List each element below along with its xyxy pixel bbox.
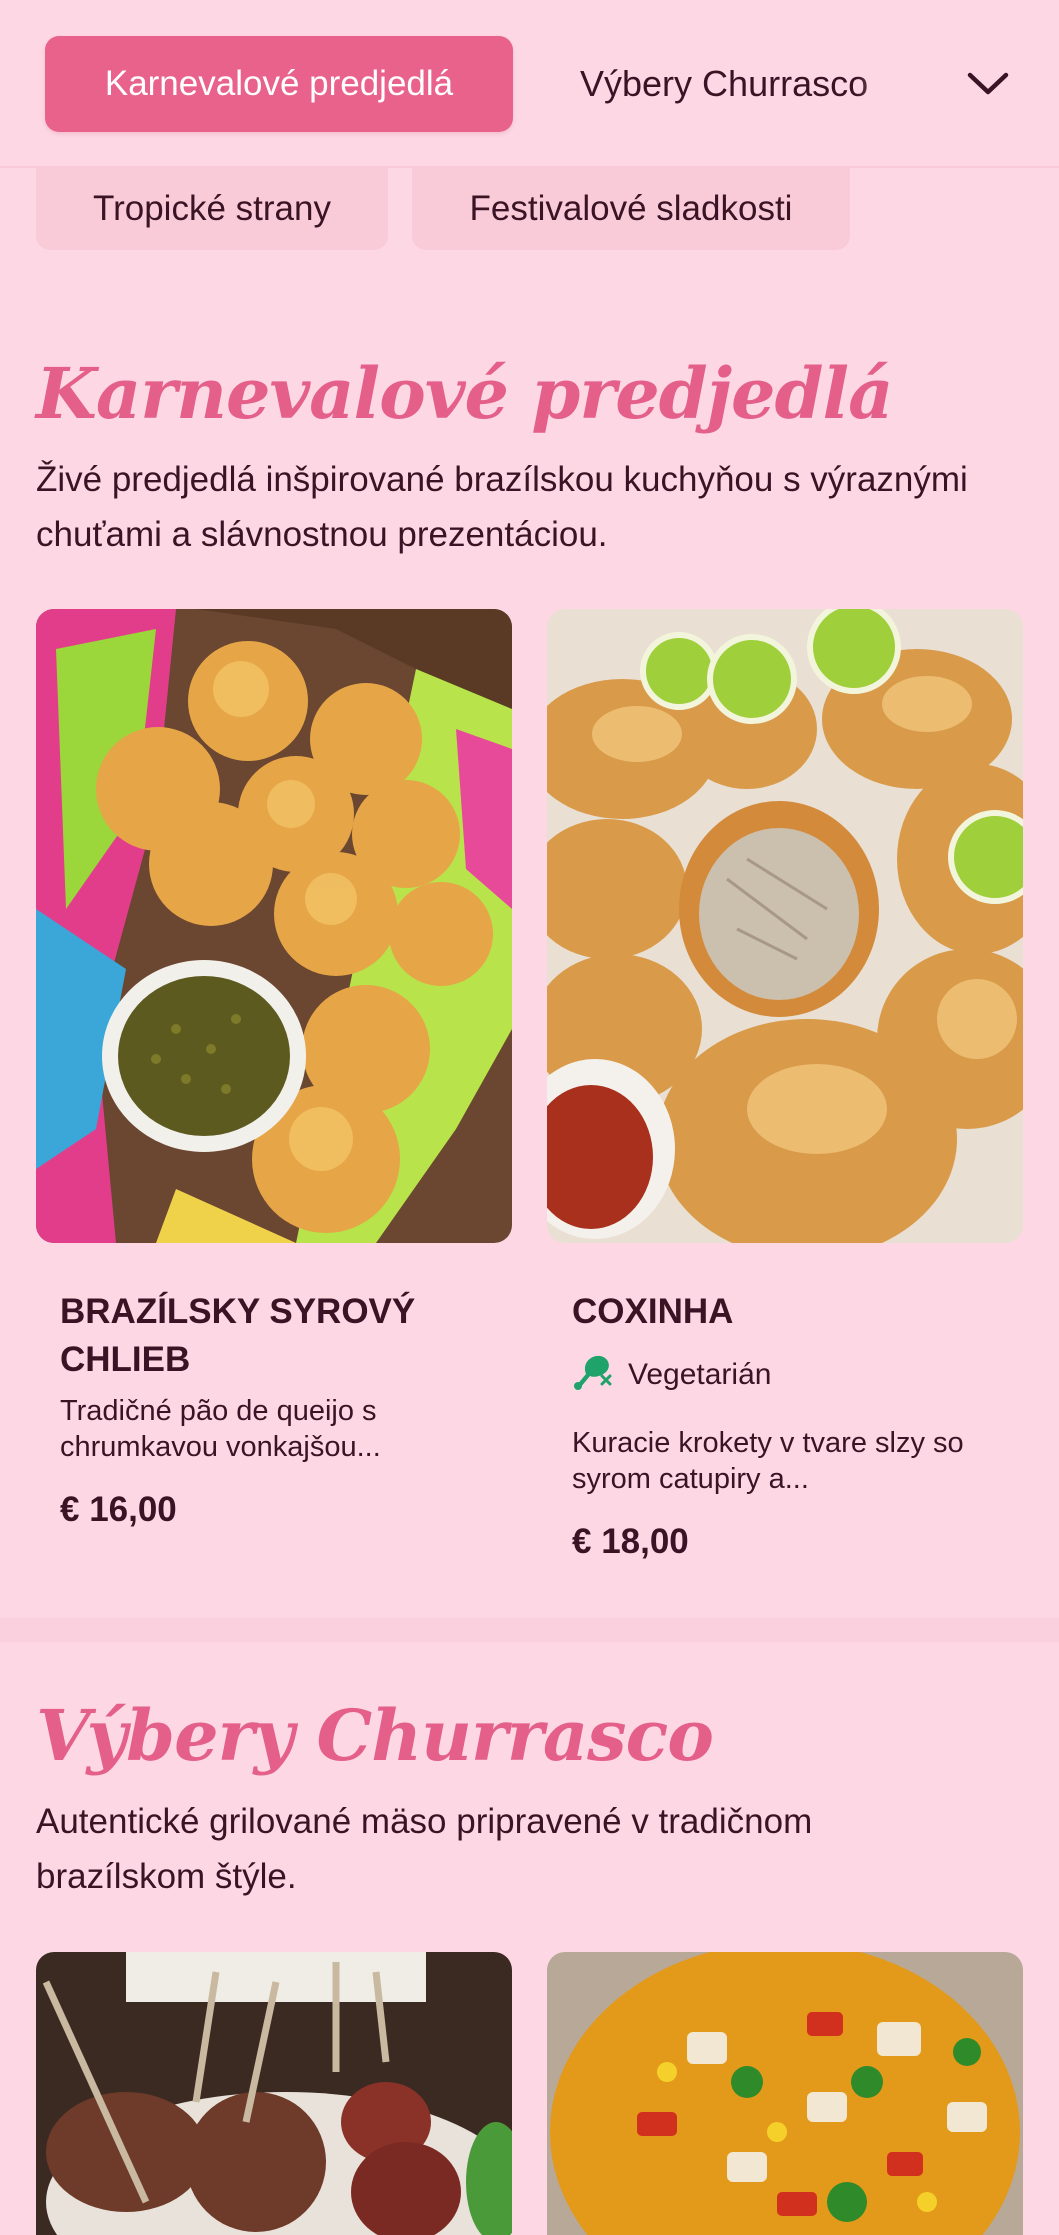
dietary-tag: Vegetarián bbox=[572, 1352, 771, 1398]
menu-item-price: € 16,00 bbox=[60, 1490, 177, 1529]
tab-karnevalove-predjedla[interactable]: Karnevalové predjedlá bbox=[45, 36, 513, 132]
menu-item-name[interactable]: COXINHA bbox=[572, 1288, 992, 1336]
chevron-down-icon[interactable] bbox=[958, 58, 1018, 110]
menu-item-price: € 18,00 bbox=[572, 1522, 689, 1561]
section-divider bbox=[0, 1618, 1059, 1642]
tab-festivalove-sladkosti[interactable]: Festivalové sladkosti bbox=[412, 168, 850, 250]
dietary-tag-label: Vegetarián bbox=[628, 1358, 772, 1391]
section-title: Výbery Churrasco bbox=[36, 1694, 714, 1777]
tab-tropicke-strany[interactable]: Tropické strany bbox=[36, 168, 388, 250]
menu-item-image[interactable] bbox=[36, 1952, 512, 2235]
tab-vybery-churrasco[interactable]: Výbery Churrasco bbox=[560, 36, 930, 132]
section-description: Živé predjedlá inšpirované brazílskou ku… bbox=[36, 460, 968, 554]
menu-item-image[interactable] bbox=[36, 609, 512, 1243]
menu-item-description: Tradičné pão de queijo s chrumkavou vonk… bbox=[60, 1395, 381, 1463]
menu-item-image[interactable] bbox=[547, 1952, 1023, 2235]
menu-item-image[interactable] bbox=[547, 609, 1023, 1243]
category-nav: Karnevalové predjedlá Výbery Churrasco bbox=[0, 0, 1059, 168]
section-description: Autentické grilované mäso pripravené v t… bbox=[36, 1802, 813, 1896]
menu-item-name[interactable]: BRAZÍLSKY SYROVÝ CHLIEB bbox=[60, 1288, 480, 1384]
vegetarian-drumstick-icon bbox=[572, 1352, 614, 1398]
section-title: Karnevalové predjedlá bbox=[36, 352, 893, 435]
menu-item-description: Kuracie krokety v tvare slzy so syrom ca… bbox=[572, 1427, 964, 1495]
